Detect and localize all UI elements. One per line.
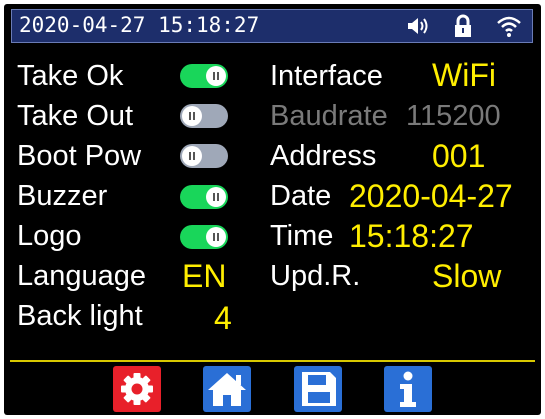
time-value[interactable]: 15:18:27 bbox=[349, 218, 474, 254]
info-button[interactable] bbox=[384, 366, 432, 412]
take-out-label: Take Out bbox=[17, 100, 134, 132]
take-ok-toggle[interactable] bbox=[180, 64, 228, 88]
logo-toggle[interactable] bbox=[180, 225, 228, 249]
interface-label: Interface bbox=[270, 60, 383, 92]
toggle-knob bbox=[182, 106, 202, 126]
save-icon bbox=[302, 372, 336, 406]
interface-value[interactable]: WiFi bbox=[432, 57, 496, 93]
home-icon bbox=[208, 373, 246, 406]
toggle-knob bbox=[206, 187, 226, 207]
date-value[interactable]: 2020-04-27 bbox=[349, 178, 513, 214]
baudrate-label: Baudrate bbox=[270, 100, 388, 132]
speaker-icon[interactable] bbox=[405, 14, 431, 38]
take-ok-label: Take Ok bbox=[17, 60, 124, 92]
toggle-knob bbox=[182, 146, 202, 166]
time-label: Time bbox=[270, 220, 334, 252]
device-screen: 2020-04-27 15:18:27 Take Ok Take Out Boo… bbox=[4, 4, 541, 415]
info-icon bbox=[400, 371, 416, 407]
wifi-icon[interactable] bbox=[496, 14, 522, 38]
update-rate-label: Upd.R. bbox=[270, 260, 361, 292]
address-value[interactable]: 001 bbox=[432, 138, 485, 174]
settings-button[interactable] bbox=[113, 366, 161, 412]
logo-label: Logo bbox=[17, 220, 82, 252]
save-button[interactable] bbox=[294, 366, 342, 412]
date-label: Date bbox=[270, 180, 332, 212]
home-button[interactable] bbox=[203, 366, 251, 412]
status-datetime: 2020-04-27 15:18:27 bbox=[19, 13, 260, 37]
boot-pow-label: Boot Pow bbox=[17, 140, 142, 172]
language-value[interactable]: EN bbox=[182, 258, 226, 294]
buzzer-toggle[interactable] bbox=[180, 185, 228, 209]
baudrate-value: 115200 bbox=[406, 100, 501, 132]
status-bar: 2020-04-27 15:18:27 bbox=[11, 9, 533, 43]
back-light-label: Back light bbox=[17, 300, 143, 332]
back-light-value[interactable]: 4 bbox=[214, 300, 232, 336]
lock-icon[interactable] bbox=[450, 14, 476, 38]
take-out-toggle[interactable] bbox=[180, 104, 228, 128]
boot-pow-toggle[interactable] bbox=[180, 144, 228, 168]
divider bbox=[10, 360, 535, 362]
update-rate-value[interactable]: Slow bbox=[432, 258, 501, 294]
toggle-knob bbox=[206, 227, 226, 247]
address-label: Address bbox=[270, 140, 377, 172]
gear-icon bbox=[121, 373, 153, 405]
toggle-knob bbox=[206, 66, 226, 86]
buzzer-label: Buzzer bbox=[17, 180, 108, 212]
language-label: Language bbox=[17, 260, 147, 292]
